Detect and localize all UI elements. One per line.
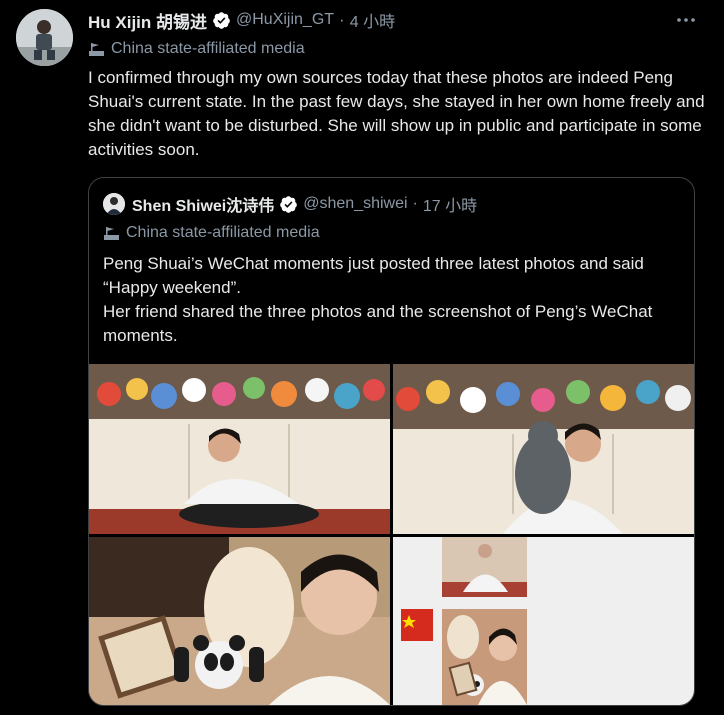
tweet-text: I confirmed through my own sources today… xyxy=(88,68,705,159)
more-options-icon[interactable] xyxy=(676,12,696,28)
quoted-avatar[interactable] xyxy=(103,193,125,215)
tweet-header: Hu Xijin 胡锡进 @HuXijin_GT · 4 小時 xyxy=(88,8,684,33)
affiliation-text: China state-affiliated media xyxy=(111,40,305,57)
avatar[interactable] xyxy=(16,9,73,66)
quoted-affiliation-text: China state-affiliated media xyxy=(126,224,320,241)
quoted-author-name[interactable]: Shen Shiwei沈诗伟 xyxy=(132,192,274,216)
photo-2[interactable] xyxy=(393,364,694,534)
quoted-text-line1: Peng Shuai’s WeChat moments just posted … xyxy=(103,254,649,297)
photo-1[interactable] xyxy=(89,364,390,534)
author-handle[interactable]: @HuXijin_GT xyxy=(236,11,334,29)
affiliation-label[interactable]: China state-affiliated media xyxy=(88,38,305,60)
photo-grid xyxy=(89,364,694,705)
quoted-affiliation-label[interactable]: China state-affiliated media xyxy=(103,222,320,244)
quoted-text-line2: Her friend shared the three photos and t… xyxy=(103,302,658,345)
author-name[interactable]: Hu Xijin 胡锡进 xyxy=(88,8,207,33)
state-media-flag-icon xyxy=(89,42,104,56)
quoted-tweet[interactable]: Shen Shiwei沈诗伟 @shen_shiwei · 17 小時 Chin… xyxy=(88,177,695,706)
verified-badge-icon xyxy=(279,195,298,214)
tweet[interactable]: Hu Xijin 胡锡进 @HuXijin_GT · 4 小時 China st… xyxy=(0,0,724,715)
separator: · xyxy=(412,195,418,212)
quoted-text: Peng Shuai’s WeChat moments just posted … xyxy=(103,252,693,348)
verified-badge-icon xyxy=(212,11,231,30)
photo-3[interactable] xyxy=(89,537,390,705)
quoted-timestamp[interactable]: 17 小時 xyxy=(423,192,477,216)
quoted-header: Shen Shiwei沈诗伟 @shen_shiwei · 17 小時 xyxy=(103,193,477,215)
separator: · xyxy=(339,10,345,29)
timestamp[interactable]: 4 小時 xyxy=(350,8,395,32)
photo-4[interactable] xyxy=(393,537,694,705)
state-media-flag-icon xyxy=(104,226,119,240)
quoted-author-handle[interactable]: @shen_shiwei xyxy=(303,195,407,213)
